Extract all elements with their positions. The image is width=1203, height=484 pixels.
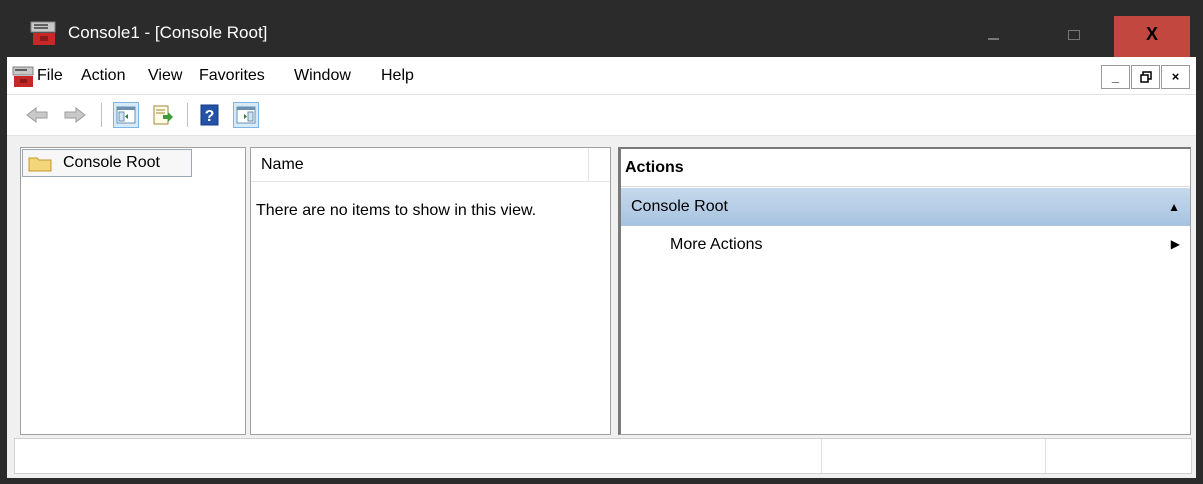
show-hide-action-pane-button[interactable] [233,102,259,128]
empty-list-message: There are no items to show in this view. [256,202,537,219]
maximize-icon [1068,30,1080,40]
console-tree-pane: Console Root [20,147,246,435]
actions-pane: Actions Console Root ▲ More Actions ▶ [618,147,1191,435]
window-frame-right [1196,57,1203,484]
action-pane-icon [236,106,256,124]
tree-item-label: Console Root [63,154,160,171]
action-item-label: More Actions [670,236,763,253]
collapse-arrow-icon[interactable]: ▲ [1168,200,1180,214]
column-header-name[interactable]: Name [261,156,304,174]
mmc-window: Console1 - [Console Root] X File Action … [0,0,1203,484]
action-item-more-actions[interactable]: More Actions ▶ [621,229,1190,261]
menu-file[interactable]: File [37,67,63,85]
help-icon[interactable]: ? [198,103,222,127]
mdi-restore-button[interactable] [1131,65,1160,89]
tree-item-console-root[interactable]: Console Root [22,149,192,177]
mdi-minimize-button[interactable]: _ [1101,65,1130,89]
mdi-close-button[interactable]: × [1161,65,1190,89]
status-bar-separator [821,439,822,473]
actions-group-label: Console Root [631,198,728,215]
minimize-icon [988,38,999,40]
status-bar-separator [1045,439,1046,473]
toolbar: ? [7,95,1196,136]
folder-icon [28,157,52,172]
actions-title: Actions [625,159,684,176]
menu-favorites[interactable]: Favorites [199,67,265,85]
toolbar-separator [101,103,102,127]
export-list-icon[interactable] [151,103,175,127]
menu-action[interactable]: Action [81,67,125,85]
result-list-pane: Name There are no items to show in this … [250,147,611,435]
submenu-arrow-icon: ▶ [1170,237,1180,251]
mmc-app-icon [30,21,56,45]
mmc-menu-icon[interactable] [12,66,36,88]
close-icon: X [1145,24,1158,44]
actions-group-console-root[interactable]: Console Root ▲ [621,188,1190,226]
column-divider[interactable] [588,148,589,181]
show-hide-console-tree-button[interactable] [113,102,139,128]
forward-arrow-icon[interactable] [63,103,87,127]
back-arrow-icon[interactable] [25,103,49,127]
menu-help[interactable]: Help [381,67,414,85]
column-header: Name [251,148,610,182]
status-bar [14,438,1192,474]
restore-icon [1139,71,1152,83]
title-bar[interactable]: Console1 - [Console Root] X [0,0,1203,57]
minimize-button[interactable] [964,16,1022,57]
actions-header: Actions [621,149,1190,187]
toolbar-separator [187,103,188,127]
window-title: Console1 - [Console Root] [68,23,268,42]
menu-view[interactable]: View [148,67,182,85]
maximize-button[interactable] [1044,16,1102,57]
menu-bar: File Action View Favorites Window Help _… [7,57,1196,95]
menu-window[interactable]: Window [294,67,351,85]
svg-text:?: ? [205,108,215,125]
client-area: File Action View Favorites Window Help _… [7,57,1196,478]
window-frame-left [0,57,7,484]
close-button[interactable]: X [1114,16,1190,57]
console-tree-icon [116,106,136,124]
window-frame-bottom [0,478,1203,484]
mdi-controls: _ × [1101,65,1192,89]
